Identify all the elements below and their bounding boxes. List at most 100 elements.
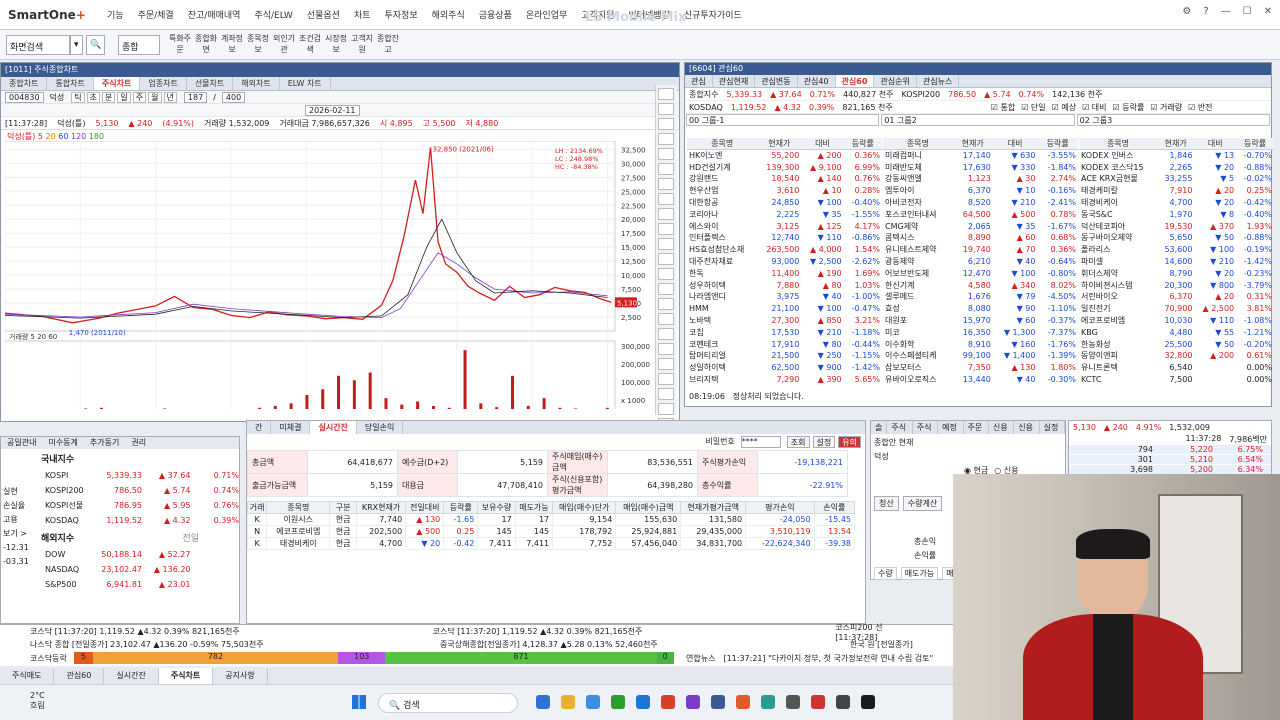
group-select[interactable]: 01 그룹2	[881, 114, 1075, 126]
table-row[interactable]: 코칩 17,530 ▼ 210 -1.18%	[687, 326, 882, 338]
account-tab[interactable]: 미체결	[271, 421, 311, 434]
drawing-tool-button[interactable]	[658, 118, 674, 130]
group-select[interactable]: 02 그룹3	[1076, 114, 1270, 126]
left-tab[interactable]: 공일관내	[1, 437, 42, 449]
menu-item[interactable]: 주문/체결	[131, 8, 181, 21]
chrome-icon[interactable]	[661, 695, 675, 709]
table-row[interactable]: CMG제약 2,065 ▼ 35 -1.67%	[883, 220, 1078, 232]
table-row[interactable]: 삼보모터스 7,350 ▲ 130 1.80%	[883, 362, 1078, 374]
table-row[interactable]: 어보브반도체 12,470 ▼ 100 -0.80%	[883, 267, 1078, 279]
table-row[interactable]: 인터플렉스 12,740 ▼ 110 -0.86%	[687, 232, 882, 244]
table-row[interactable]: 서린바이오 6,370 ▲ 20 0.31%	[1079, 291, 1274, 303]
left-tab[interactable]: 권리	[125, 437, 152, 449]
taskbar-search[interactable]: 🔍 검색	[378, 693, 518, 713]
minimize-icon[interactable]: —	[1221, 6, 1231, 17]
drawing-tool-button[interactable]	[658, 388, 674, 400]
index-row[interactable]: KOSPI 5,339.33 ▲ 37.64 0.71%	[1, 468, 239, 483]
chart-tab[interactable]: 업종차트	[140, 77, 187, 90]
drawing-tool-button[interactable]	[658, 253, 674, 265]
table-row[interactable]: 나라엠앤디 3,975 ▼ 40 -1.00%	[687, 291, 882, 303]
table-row[interactable]: K 태경비케이 현금 4,700 ▼ 20 -0.42 7,411 7,411 7,752 57,…	[246, 537, 856, 550]
table-row[interactable]: 한농화성 25,500 ▼ 50 -0.20%	[1079, 338, 1274, 350]
table-row[interactable]: 한신기계 4,580 ▲ 340 8.02%	[883, 279, 1078, 291]
orderbook-row[interactable]: 301 5,210 6.54%	[1069, 455, 1271, 465]
total-input[interactable]: 400	[221, 91, 246, 103]
table-row[interactable]: 일진전기 70,900 ▲ 2,500 3.81%	[1079, 303, 1274, 315]
menu-item[interactable]: 투자정보	[378, 8, 425, 21]
table-row[interactable]: 셀루메드 1,676 ▼ 79 -4.50%	[883, 291, 1078, 303]
table-row[interactable]: KCTC 7,500 0.00%	[1079, 374, 1274, 386]
table-row[interactable]: 에코프로비엠 10,030 ▼ 110 -1.08%	[1079, 315, 1274, 327]
toolbar-button[interactable]: 시장정보	[324, 33, 348, 59]
table-row[interactable]: 성일하이텍 62,500 ▼ 900 -1.42%	[687, 362, 882, 374]
watch-tab[interactable]: 관심뉴스	[917, 75, 960, 87]
order-subtab[interactable]: 매도가능	[900, 567, 939, 580]
table-row[interactable]: 미래반도체 17,630 ▼ 330 -1.84%	[883, 161, 1078, 173]
screen-tab[interactable]: 공지사항	[213, 668, 268, 684]
table-row[interactable]: HMM 21,100 ▼ 100 -0.47%	[687, 303, 882, 315]
order-button[interactable]: 수량계산	[902, 496, 943, 511]
account-tab[interactable]: 당일손익	[357, 421, 404, 434]
drawing-tool-button[interactable]	[658, 283, 674, 295]
menu-item[interactable]: 잔고/매매내역	[181, 8, 248, 21]
help-icon[interactable]: ?	[1203, 6, 1208, 17]
chart-tab[interactable]: 주식차트	[93, 77, 141, 90]
order-tab[interactable]: 주문체결	[964, 421, 989, 434]
store-icon[interactable]	[636, 695, 650, 709]
table-row[interactable]: 성우하이텍 7,880 ▲ 80 1.03%	[687, 279, 882, 291]
drawing-tool-button[interactable]	[658, 148, 674, 160]
settings-icon[interactable]	[786, 695, 800, 709]
index-row[interactable]: KOSDAQ 1,119.52 ▲ 4.32 0.39%	[1, 513, 239, 528]
drawing-tool-button[interactable]	[658, 208, 674, 220]
watch-tab[interactable]: 관심40	[798, 75, 836, 87]
screen-tab[interactable]: 주식차트	[158, 668, 214, 684]
chart-tab[interactable]: 통합차트	[47, 77, 94, 90]
table-row[interactable]: 동국S&C 1,970 ▼ 8 -0.40%	[1079, 208, 1274, 220]
index-row[interactable]: S&P500 6,941.81 ▲ 23.01	[1, 577, 239, 592]
menu-item[interactable]: 기능	[100, 8, 131, 21]
table-row[interactable]: 탑머티리얼 21,500 ▼ 250 -1.15%	[687, 350, 882, 362]
table-row[interactable]: 대원포 15,970 ▼ 60 -0.37%	[883, 315, 1078, 327]
toolbar-button[interactable]: 특화주문	[168, 33, 192, 59]
left-tab[interactable]: 추가동기	[84, 437, 125, 449]
index-row[interactable]: KOSPI선물 786.95 ▲ 5.95 0.76%	[1, 498, 239, 513]
table-row[interactable]: KBG 4,480 ▼ 55 -1.21%	[1079, 326, 1274, 338]
toolbar-button[interactable]: 종합잔고	[376, 33, 400, 59]
table-row[interactable]: 휘더스제약 8,790 ▼ 20 -0.23%	[1079, 267, 1274, 279]
account-tab[interactable]: 실시간잔	[310, 421, 357, 434]
table-row[interactable]: 에스와이 3,125 ▲ 125 4.17%	[687, 220, 882, 232]
maximize-icon[interactable]: ☐	[1243, 6, 1252, 17]
close-icon[interactable]: ✕	[1264, 6, 1272, 17]
period-button[interactable]: 초	[86, 91, 101, 103]
table-row[interactable]: 유니트론텍 6,540 0.00%	[1079, 362, 1274, 374]
period-button[interactable]: 주	[132, 91, 147, 103]
drawing-tool-button[interactable]	[658, 358, 674, 370]
toolbar-button[interactable]: 종합화면	[194, 33, 218, 59]
order-tab[interactable]: 신용매수	[1014, 421, 1040, 434]
app-icon[interactable]	[836, 695, 850, 709]
group-select[interactable]: 00 그룹-1	[686, 114, 880, 126]
table-row[interactable]: 코리아나 2,225 ▼ 35 -1.55%	[687, 208, 882, 220]
table-row[interactable]: 미래컴퍼니 17,140 ▼ 630 -3.55%	[883, 150, 1078, 162]
period-button[interactable]: 년	[163, 91, 177, 103]
watch-option[interactable]: ☑ 거래량	[1150, 102, 1182, 113]
index-row[interactable]: NASDAQ 23,102.47 ▲ 136.20	[1, 562, 239, 577]
teams-icon[interactable]	[686, 695, 700, 709]
menu-item[interactable]: 신규투자가이드	[677, 8, 749, 21]
photos-icon[interactable]	[736, 695, 750, 709]
period-button[interactable]: 월	[148, 91, 162, 103]
table-row[interactable]: 강동씨앤엘 1,123 ▲ 30 2.74%	[883, 173, 1078, 185]
app-icon[interactable]	[861, 695, 875, 709]
order-tab[interactable]: 예정공매	[938, 421, 964, 434]
account-button[interactable]: 설정	[812, 436, 836, 448]
drawing-tool-button[interactable]	[658, 298, 674, 310]
app-icon[interactable]	[761, 695, 775, 709]
table-row[interactable]: 유니테스트제약 19,740 ▲ 70 0.36%	[883, 244, 1078, 256]
chart-tab[interactable]: 종합차트	[1, 77, 48, 90]
toolbar-button[interactable]: 외인기관	[272, 33, 296, 59]
screen-search-input[interactable]: 화면검색	[6, 35, 70, 55]
account-tab[interactable]: 간	[247, 421, 272, 434]
screen-tab[interactable]: 관심60	[54, 668, 105, 684]
task-view-icon[interactable]	[536, 695, 550, 709]
table-row[interactable]: 광동제약 6,210 ▼ 40 -0.64%	[883, 256, 1078, 268]
